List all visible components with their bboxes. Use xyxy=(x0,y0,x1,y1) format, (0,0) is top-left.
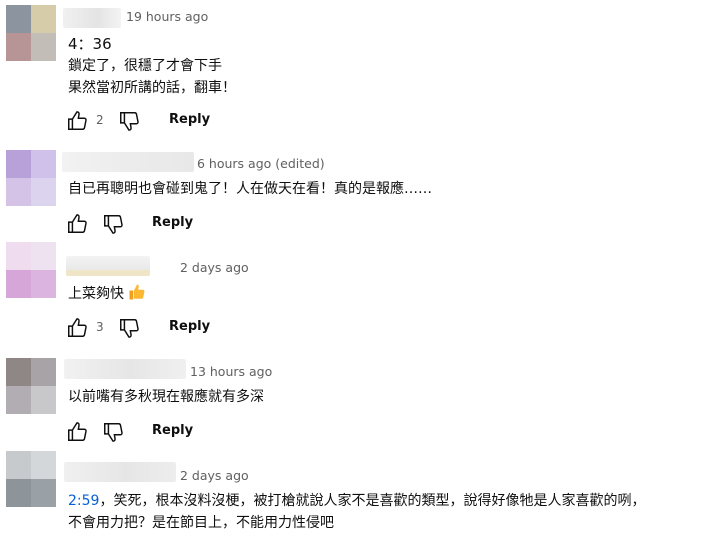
avatar-cell xyxy=(31,479,56,507)
avatar-cell xyxy=(6,451,31,479)
avatar-cell xyxy=(6,33,31,61)
reply-button[interactable]: Reply xyxy=(152,215,193,230)
comment-text: 4：36 鎖定了，很穩了才會下手 果然當初所講的話，翻車！ xyxy=(68,35,236,96)
reply-button[interactable]: Reply xyxy=(169,319,210,334)
reply-button[interactable]: Reply xyxy=(152,423,193,438)
avatar[interactable] xyxy=(6,242,56,298)
avatar[interactable] xyxy=(6,451,56,507)
like-count: 3 xyxy=(96,320,104,334)
comment-text: 以前嘴有多秋現在報應就有多深 xyxy=(68,389,264,405)
like-icon[interactable] xyxy=(66,110,88,132)
avatar-cell xyxy=(6,242,31,270)
author-name-redacted[interactable] xyxy=(63,8,121,28)
dislike-icon[interactable] xyxy=(118,317,140,339)
avatar[interactable] xyxy=(6,358,56,414)
comment-text: 上菜夠快 xyxy=(68,283,146,305)
thumbs-up-emoji-icon xyxy=(129,284,145,300)
avatar-cell xyxy=(31,5,56,33)
author-name-redacted[interactable] xyxy=(62,152,194,172)
like-icon[interactable] xyxy=(66,317,88,339)
avatar-cell xyxy=(6,178,31,206)
video-timestamp-link[interactable]: 2:59 xyxy=(68,493,99,509)
comment-actions: 3 Reply xyxy=(66,317,266,341)
author-name-redacted[interactable] xyxy=(66,256,150,276)
comment-timestamp[interactable]: 19 hours ago xyxy=(126,9,208,24)
avatar-cell xyxy=(31,178,56,206)
comment-actions: 2 Reply xyxy=(66,110,266,134)
comment-timestamp[interactable]: 2 days ago xyxy=(180,468,249,483)
avatar-cell xyxy=(31,386,56,414)
like-icon[interactable] xyxy=(66,213,88,235)
comment-timestamp[interactable]: 13 hours ago xyxy=(190,364,272,379)
avatar-cell xyxy=(31,270,56,298)
avatar-cell xyxy=(31,358,56,386)
avatar-cell xyxy=(6,150,31,178)
author-name-redacted[interactable] xyxy=(64,359,186,379)
avatar[interactable] xyxy=(6,150,56,206)
comment-actions: Reply xyxy=(66,213,266,237)
avatar-cell xyxy=(31,451,56,479)
avatar-cell xyxy=(6,5,31,33)
avatar[interactable] xyxy=(6,5,56,61)
like-count: 2 xyxy=(96,113,104,127)
author-name-redacted[interactable] xyxy=(64,462,176,482)
like-icon[interactable] xyxy=(66,421,88,443)
reply-button[interactable]: Reply xyxy=(169,112,210,127)
avatar-cell xyxy=(6,358,31,386)
dislike-icon[interactable] xyxy=(118,110,140,132)
comment-timestamp[interactable]: 6 hours ago (edited) xyxy=(197,156,325,171)
comment-actions: Reply xyxy=(66,421,266,445)
comment-text: 自已再聰明也會碰到鬼了！人在做天在看！真的是報應…… xyxy=(68,181,432,197)
avatar-cell xyxy=(31,242,56,270)
dislike-icon[interactable] xyxy=(102,213,124,235)
avatar-cell xyxy=(6,386,31,414)
avatar-cell xyxy=(31,150,56,178)
avatar-cell xyxy=(6,270,31,298)
avatar-cell xyxy=(6,479,31,507)
avatar-cell xyxy=(31,33,56,61)
comment-timestamp[interactable]: 2 days ago xyxy=(180,260,249,275)
dislike-icon[interactable] xyxy=(102,421,124,443)
comment-text: 2:59，笑死，根本沒料沒梗，被打槍就說人家不是喜歡的類型，說得好像牠是人家喜歡… xyxy=(68,493,646,531)
